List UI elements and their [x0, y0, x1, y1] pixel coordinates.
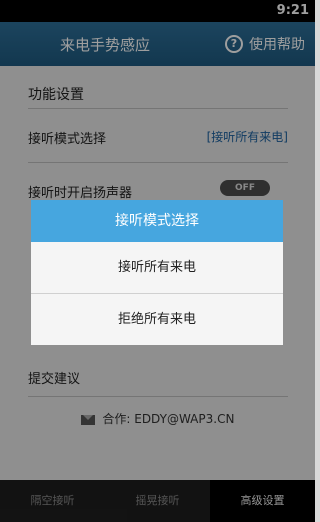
answer-mode-dialog: 接听模式选择 接听所有来电 拒绝所有来电	[31, 200, 283, 345]
dialog-title: 接听模式选择	[31, 200, 283, 242]
option-answer-all[interactable]: 接听所有来电	[31, 242, 283, 294]
option-reject-all[interactable]: 拒绝所有来电	[31, 294, 283, 345]
